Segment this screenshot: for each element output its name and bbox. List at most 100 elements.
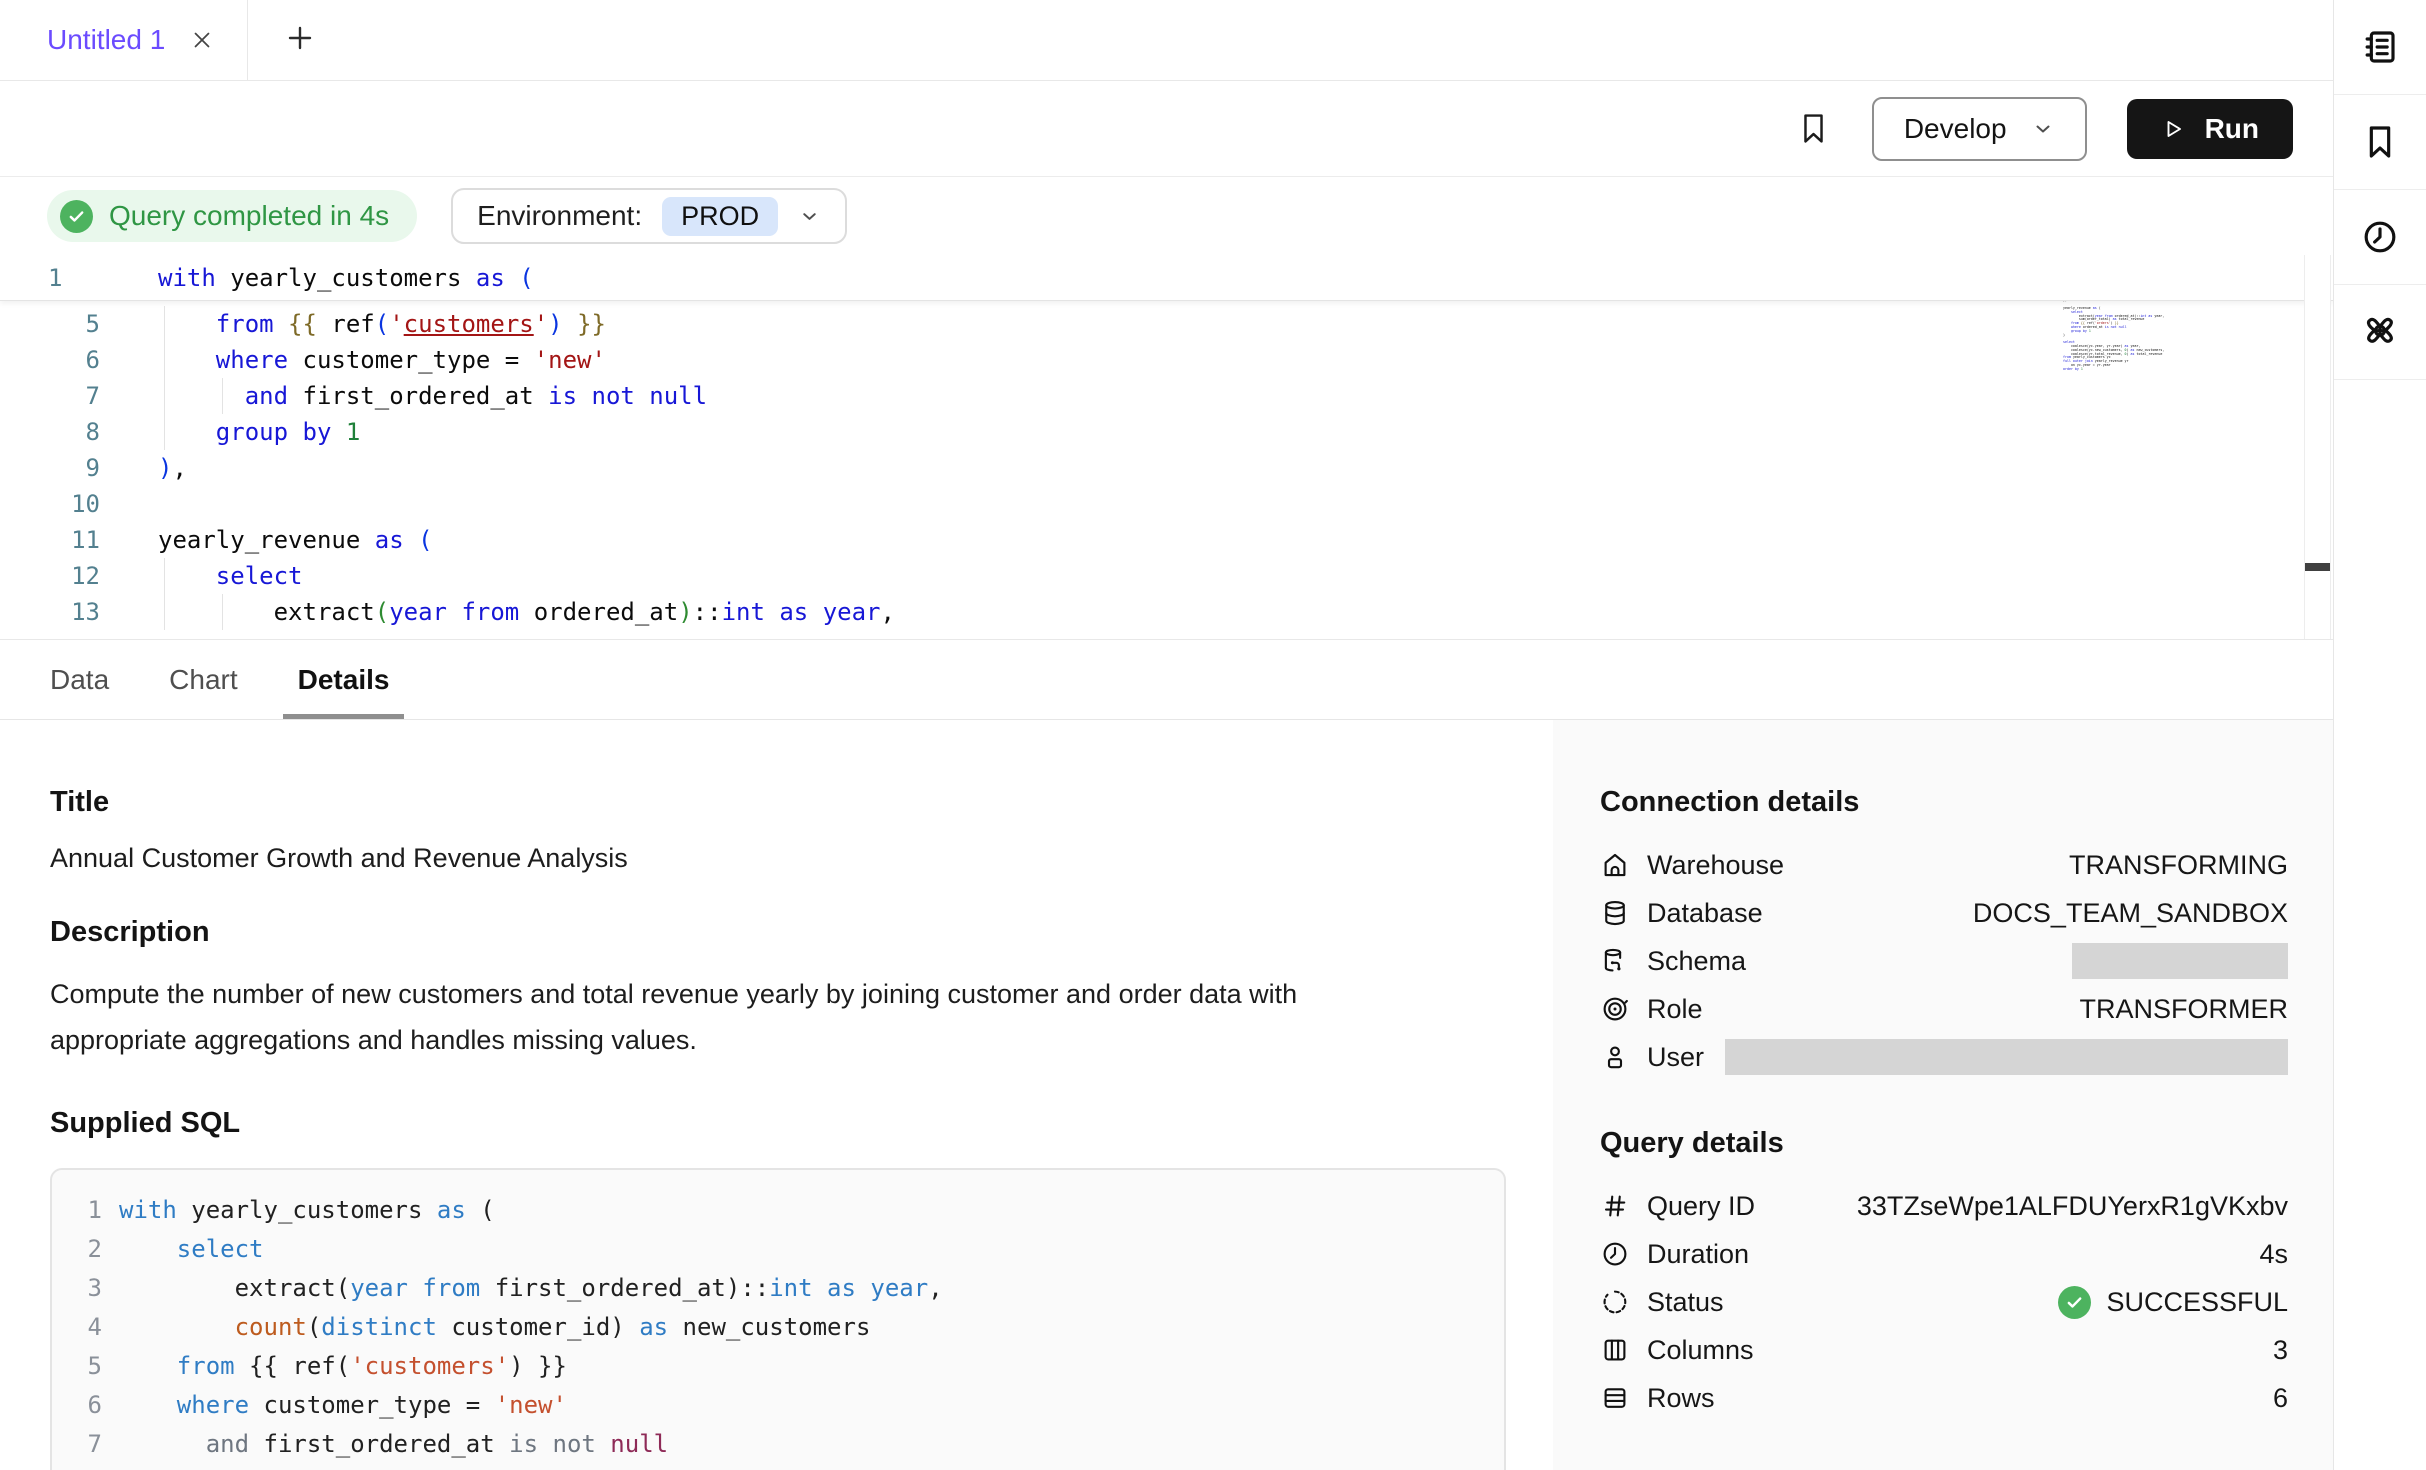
close-icon[interactable] — [189, 27, 215, 53]
editor-line[interactable]: 8 group by 1 — [0, 414, 2333, 450]
play-icon — [2161, 117, 2185, 141]
role-icon — [1600, 994, 1630, 1024]
indent-guide — [222, 378, 223, 414]
detail-value: 6 — [2273, 1383, 2288, 1414]
columns-icon — [1600, 1335, 1630, 1365]
tab-title: Untitled 1 — [47, 24, 165, 56]
line-number: 10 — [0, 490, 100, 518]
supplied-sql-heading: Supplied SQL — [50, 1107, 1553, 1140]
rail-item-history[interactable] — [2334, 190, 2426, 285]
rail-item-notebook[interactable] — [2334, 0, 2426, 95]
query-row-query-id: Query ID33TZseWpe1ALFDUYerxR1gVKxbv — [1600, 1182, 2288, 1230]
rail-item-bookmark[interactable] — [2334, 95, 2426, 190]
detail-value: TRANSFORMER — [2080, 994, 2289, 1025]
tab-untitled-1[interactable]: Untitled 1 — [0, 0, 247, 80]
run-button[interactable]: Run — [2127, 99, 2293, 159]
connection-details-heading: Connection details — [1600, 786, 2288, 819]
editor-line[interactable]: 13 extract(year from ordered_at)::int as… — [0, 594, 2333, 630]
supplied-sql-code: extract(year from first_ordered_at)::int… — [119, 1274, 943, 1302]
supplied-sql-block: 1with yearly_customers as (2 select3 ext… — [50, 1168, 1506, 1470]
warehouse-icon — [1600, 850, 1630, 880]
line-number: 6 — [0, 346, 100, 374]
sql-editor[interactable]: 1with yearly_customers as ( 5 from {{ re… — [0, 255, 2333, 640]
editor-code-line: group by 1 — [158, 418, 360, 446]
line-number: 12 — [0, 562, 100, 590]
query-row-status: Status SUCCESSFUL — [1600, 1278, 2288, 1326]
environment-selector[interactable]: Environment: PROD — [451, 188, 847, 244]
query-details-heading: Query details — [1600, 1127, 2288, 1160]
main-panel: Untitled 1 Develop — [0, 0, 2334, 1470]
detail-label: Status — [1647, 1287, 1724, 1318]
chevron-down-icon — [798, 205, 821, 228]
rail-item-lineage[interactable] — [2334, 285, 2426, 380]
tab-data[interactable]: Data — [50, 640, 109, 719]
supplied-sql-code: and first_ordered_at is not null — [119, 1430, 668, 1458]
bookmark-icon[interactable] — [1795, 110, 1832, 147]
new-tab-button[interactable] — [248, 0, 352, 80]
editor-code-line: extract(year from ordered_at)::int as ye… — [158, 598, 895, 626]
supplied-sql-line: 4 count(distinct customer_id) as new_cus… — [52, 1307, 1504, 1346]
supplied-sql-line: 5 from {{ ref('customers') }} — [52, 1346, 1504, 1385]
line-number: 5 — [52, 1352, 102, 1380]
editor-sticky-line[interactable]: 1with yearly_customers as ( — [0, 255, 2333, 301]
editor-line[interactable]: 11 yearly_revenue as ( — [0, 522, 2333, 558]
right-icon-rail — [2334, 0, 2426, 1470]
supplied-sql-line: 3 extract(year from first_ordered_at)::i… — [52, 1268, 1504, 1307]
editor-line[interactable]: 6 where customer_type = 'new' — [0, 342, 2333, 378]
line-number: 1 — [52, 1196, 102, 1224]
line-number: 11 — [0, 526, 100, 554]
redacted-value — [2072, 943, 2288, 979]
connection-row-database: DatabaseDOCS_TEAM_SANDBOX — [1600, 889, 2288, 937]
editor-scrollbar[interactable] — [2304, 255, 2331, 639]
environment-label: Environment: — [477, 200, 642, 232]
details-right-column: Connection details Warehouse TRANSFORMING… — [1553, 720, 2333, 1470]
scrollbar-thumb[interactable] — [2305, 563, 2330, 571]
supplied-sql-line: 6 where customer_type = 'new' — [52, 1385, 1504, 1424]
detail-label: Warehouse — [1647, 850, 1784, 881]
editor-line[interactable]: 5 from {{ ref('customers') }} — [0, 306, 2333, 342]
editor-line[interactable]: 10 — [0, 486, 2333, 522]
query-row-rows: Rows6 — [1600, 1374, 2288, 1422]
plus-icon — [284, 22, 316, 59]
run-button-label: Run — [2205, 113, 2259, 145]
loader-icon — [1600, 1287, 1630, 1317]
detail-label: Query ID — [1647, 1191, 1755, 1222]
detail-value: TRANSFORMING — [2069, 850, 2288, 881]
environment-value-badge: PROD — [662, 197, 778, 236]
detail-label: Schema — [1647, 946, 1746, 977]
editor-tab-bar: Untitled 1 — [0, 0, 2333, 81]
details-section: Title Annual Customer Growth and Revenue… — [0, 720, 2333, 1470]
title-value: Annual Customer Growth and Revenue Analy… — [50, 843, 1553, 874]
tab-chart[interactable]: Chart — [169, 640, 237, 719]
connection-row-schema: Schema — [1600, 937, 2288, 985]
editor-code-line: from {{ ref('customers') }} — [158, 310, 606, 338]
status-text: SUCCESSFUL — [2106, 1287, 2288, 1318]
develop-button[interactable]: Develop — [1872, 97, 2087, 161]
editor-line[interactable]: 7 and first_ordered_at is not null — [0, 378, 2333, 414]
supplied-sql-code: with yearly_customers as ( — [119, 1196, 495, 1224]
supplied-sql-line: 8 group by 1 — [52, 1463, 1504, 1470]
supplied-sql-code: from {{ ref('customers') }} — [119, 1352, 567, 1380]
indent-guide — [164, 558, 165, 594]
indent-guide — [222, 594, 223, 630]
line-number: 13 — [0, 598, 100, 626]
connection-details-rows: Warehouse TRANSFORMING DatabaseDOCS_TEAM_S… — [1600, 841, 2288, 1081]
lineage-icon — [2360, 312, 2400, 352]
chevron-down-icon — [2031, 117, 2055, 141]
indent-guide — [164, 594, 165, 630]
detail-label: User — [1647, 1042, 1704, 1073]
editor-line[interactable]: 12 select — [0, 558, 2333, 594]
editor-lines: 5 from {{ ref('customers') }}6 where cus… — [0, 306, 2333, 630]
tab-details[interactable]: Details — [298, 640, 390, 719]
editor-code-line: yearly_revenue as ( — [158, 526, 433, 554]
editor-line[interactable]: 9), — [0, 450, 2333, 486]
editor-code-line: ), — [158, 454, 187, 482]
hash-icon — [1600, 1191, 1630, 1221]
database-icon — [1600, 898, 1630, 928]
editor-code-line: where customer_type = 'new' — [158, 346, 606, 374]
success-check-icon — [2058, 1286, 2091, 1319]
query-status-badge: Query completed in 4s — [47, 190, 417, 242]
query-status-text: Query completed in 4s — [109, 200, 389, 232]
detail-label: Database — [1647, 898, 1763, 929]
indent-guide — [164, 414, 165, 450]
